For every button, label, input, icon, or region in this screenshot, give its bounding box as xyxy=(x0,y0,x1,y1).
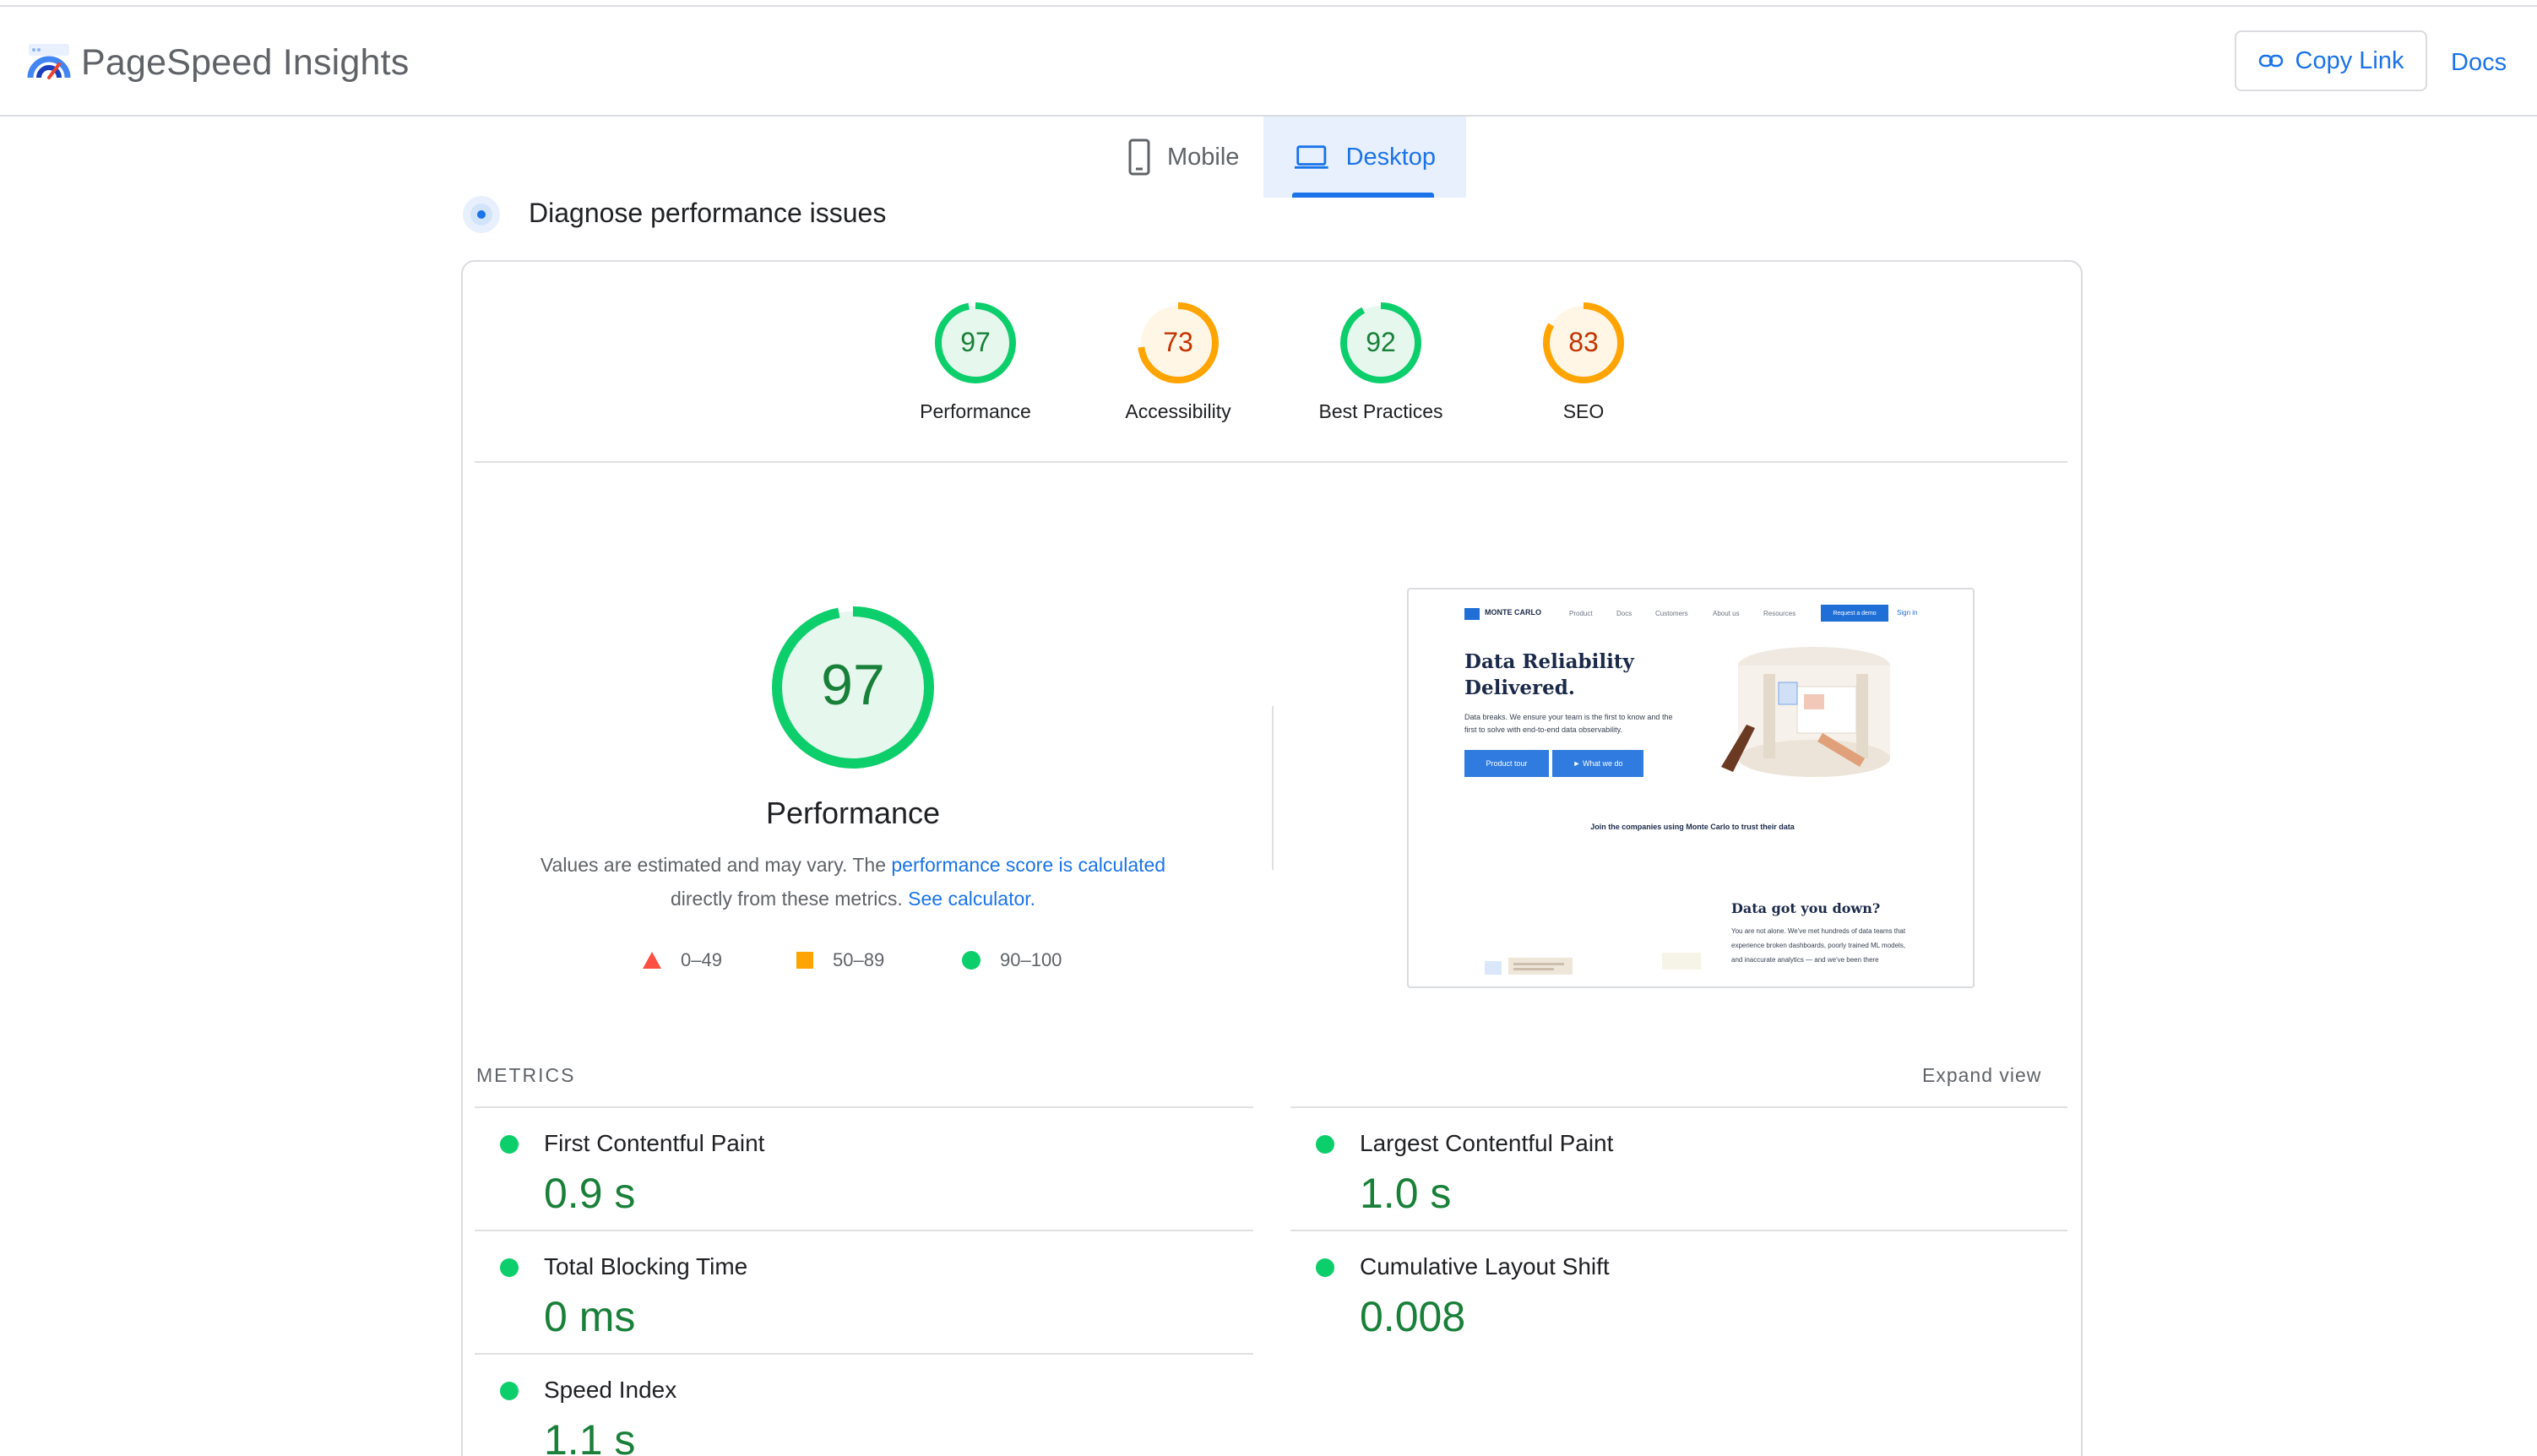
thumb-nav-item: Docs xyxy=(1616,610,1632,617)
tab-mobile[interactable]: Mobile xyxy=(1098,117,1269,198)
gauge-label: SEO xyxy=(1562,400,1605,422)
thumb-sub: Data breaks. We ensure your team is the … xyxy=(1464,713,1673,734)
gauge-label: Performance xyxy=(920,400,1031,422)
gauge-label: Best Practices xyxy=(1318,400,1443,422)
metric-value: 0.9 s xyxy=(544,1170,636,1217)
metric-value: 0 ms xyxy=(544,1293,636,1340)
copy-link-button[interactable]: Copy Link xyxy=(2235,30,2427,91)
thumb-brand: MONTE CARLO xyxy=(1485,608,1541,617)
legend-average: 50–89 xyxy=(796,949,884,971)
diagnose-icon xyxy=(463,196,500,233)
metric-lcp: Largest Contentful Paint 1.0 s xyxy=(1292,1108,2052,1231)
square-icon xyxy=(796,952,813,969)
metric-speed-index: Speed Index 1.1 s xyxy=(476,1355,1236,1456)
thumb-p2: You are not alone. We've met hundreds of… xyxy=(1731,927,1906,964)
final-screenshot[interactable]: MONTE CARLO Product Docs Customers About… xyxy=(1407,588,1975,988)
thumb-join-text: Join the companies using Monte Carlo to … xyxy=(1590,823,1795,831)
expand-view-toggle[interactable]: Expand view xyxy=(1922,1064,2041,1087)
category-gauges: 97 Performance 73 Accessibility 92 Best … xyxy=(895,301,1638,436)
thumb-button-secondary: ► What we do xyxy=(1552,750,1643,777)
metric-name: Largest Contentful Paint xyxy=(1360,1130,1614,1156)
gauge-score: 92 xyxy=(1366,327,1396,357)
thumb-button-primary: Product tour xyxy=(1464,750,1549,777)
gauge-score: 83 xyxy=(1568,327,1599,357)
pass-circle-icon xyxy=(500,1382,519,1400)
tab-desktop-label: Desktop xyxy=(1345,143,1436,171)
score-legend: 0–49 50–89 90–100 xyxy=(642,949,1115,976)
metric-tbt: Total Blocking Time 0 ms xyxy=(476,1231,1236,1355)
gauge-ring: 97 xyxy=(935,302,1016,383)
gauge-performance[interactable]: 97 Performance xyxy=(895,301,1056,423)
triangle-icon xyxy=(643,952,661,969)
metric-value: 1.0 s xyxy=(1360,1170,1452,1217)
thumb-nav-item: Resources xyxy=(1763,610,1796,617)
laptop-icon xyxy=(1294,145,1328,169)
header: PageSpeed Insights Copy Link Docs xyxy=(0,7,2537,117)
gauge-accessibility[interactable]: 73 Accessibility xyxy=(1098,301,1258,423)
gauge-score: 73 xyxy=(1163,327,1193,357)
tab-mobile-label: Mobile xyxy=(1167,143,1240,171)
thumb-nav-item: About us xyxy=(1713,610,1740,617)
legend-pass: 90–100 xyxy=(961,949,1062,971)
legend-range: 90–100 xyxy=(1000,949,1062,970)
note-text: Values are estimated and may vary. The xyxy=(540,854,892,876)
see-calculator-link[interactable]: See calculator. xyxy=(908,888,1035,910)
phone-icon xyxy=(1128,139,1150,176)
performance-note: Values are estimated and may vary. The p… xyxy=(507,848,1199,915)
score-calculated-link[interactable]: performance score is calculated xyxy=(891,854,1165,876)
tab-active-indicator xyxy=(1292,193,1434,198)
metric-name: Cumulative Layout Shift xyxy=(1360,1253,1610,1279)
gauge-score: 97 xyxy=(960,327,991,357)
legend-range: 0–49 xyxy=(681,949,722,970)
docs-link[interactable]: Docs xyxy=(2451,49,2507,77)
performance-score-large: 97 xyxy=(821,653,885,717)
metric-name: Speed Index xyxy=(544,1377,677,1403)
app-title[interactable]: PageSpeed Insights xyxy=(81,42,410,84)
vertical-divider xyxy=(1272,706,1274,870)
section-title: Diagnose performance issues xyxy=(529,198,887,228)
metric-name: First Contentful Paint xyxy=(544,1130,765,1156)
card-divider xyxy=(475,461,2067,463)
gauge-best-practices[interactable]: 92 Best Practices xyxy=(1301,301,1461,423)
performance-gauge-large: 97 xyxy=(772,606,934,769)
thumb-cta: Request a demo xyxy=(1821,605,1888,622)
metric-value: 0.008 xyxy=(1360,1293,1466,1340)
top-rule xyxy=(0,0,2537,7)
pass-circle-icon xyxy=(500,1258,519,1277)
thumb-nav-item: Customers xyxy=(1655,610,1688,617)
thumb-logo-icon xyxy=(1464,608,1480,620)
thumb-signin: Sign in xyxy=(1897,609,1918,617)
thumb-nav-item: Product xyxy=(1569,610,1593,617)
thumb-h2: Data got you down? xyxy=(1731,900,1881,916)
gauge-ring: 92 xyxy=(1340,302,1421,383)
metrics-label: METRICS xyxy=(476,1064,576,1086)
performance-title: Performance xyxy=(765,796,941,830)
gauge-ring: 73 xyxy=(1138,302,1219,383)
metric-cls: Cumulative Layout Shift 0.008 xyxy=(1292,1231,2052,1355)
tab-desktop[interactable]: Desktop xyxy=(1263,117,1466,198)
gauge-seo[interactable]: 83 SEO xyxy=(1503,301,1664,423)
thumb-decorations xyxy=(1485,953,1701,975)
pass-circle-icon xyxy=(500,1135,519,1154)
copy-link-label: Copy Link xyxy=(2295,46,2404,74)
legend-fail: 0–49 xyxy=(642,949,722,971)
circle-icon xyxy=(962,951,981,970)
legend-range: 50–89 xyxy=(833,949,885,970)
thumb-illustration xyxy=(1721,647,1890,777)
metric-value: 1.1 s xyxy=(544,1416,636,1456)
metric-fcp: First Contentful Paint 0.9 s xyxy=(476,1108,1236,1231)
gauge-label: Accessibility xyxy=(1125,400,1231,422)
link-icon xyxy=(2258,54,2283,68)
thumb-hero: Data Reliability Delivered. xyxy=(1464,650,1634,699)
pass-circle-icon xyxy=(1316,1135,1334,1154)
metric-name: Total Blocking Time xyxy=(544,1253,748,1279)
pass-circle-icon xyxy=(1316,1258,1334,1277)
gauge-ring: 83 xyxy=(1543,302,1624,383)
note-text-2: directly from these metrics. xyxy=(670,888,909,910)
pagespeed-logo-icon[interactable] xyxy=(25,39,73,86)
